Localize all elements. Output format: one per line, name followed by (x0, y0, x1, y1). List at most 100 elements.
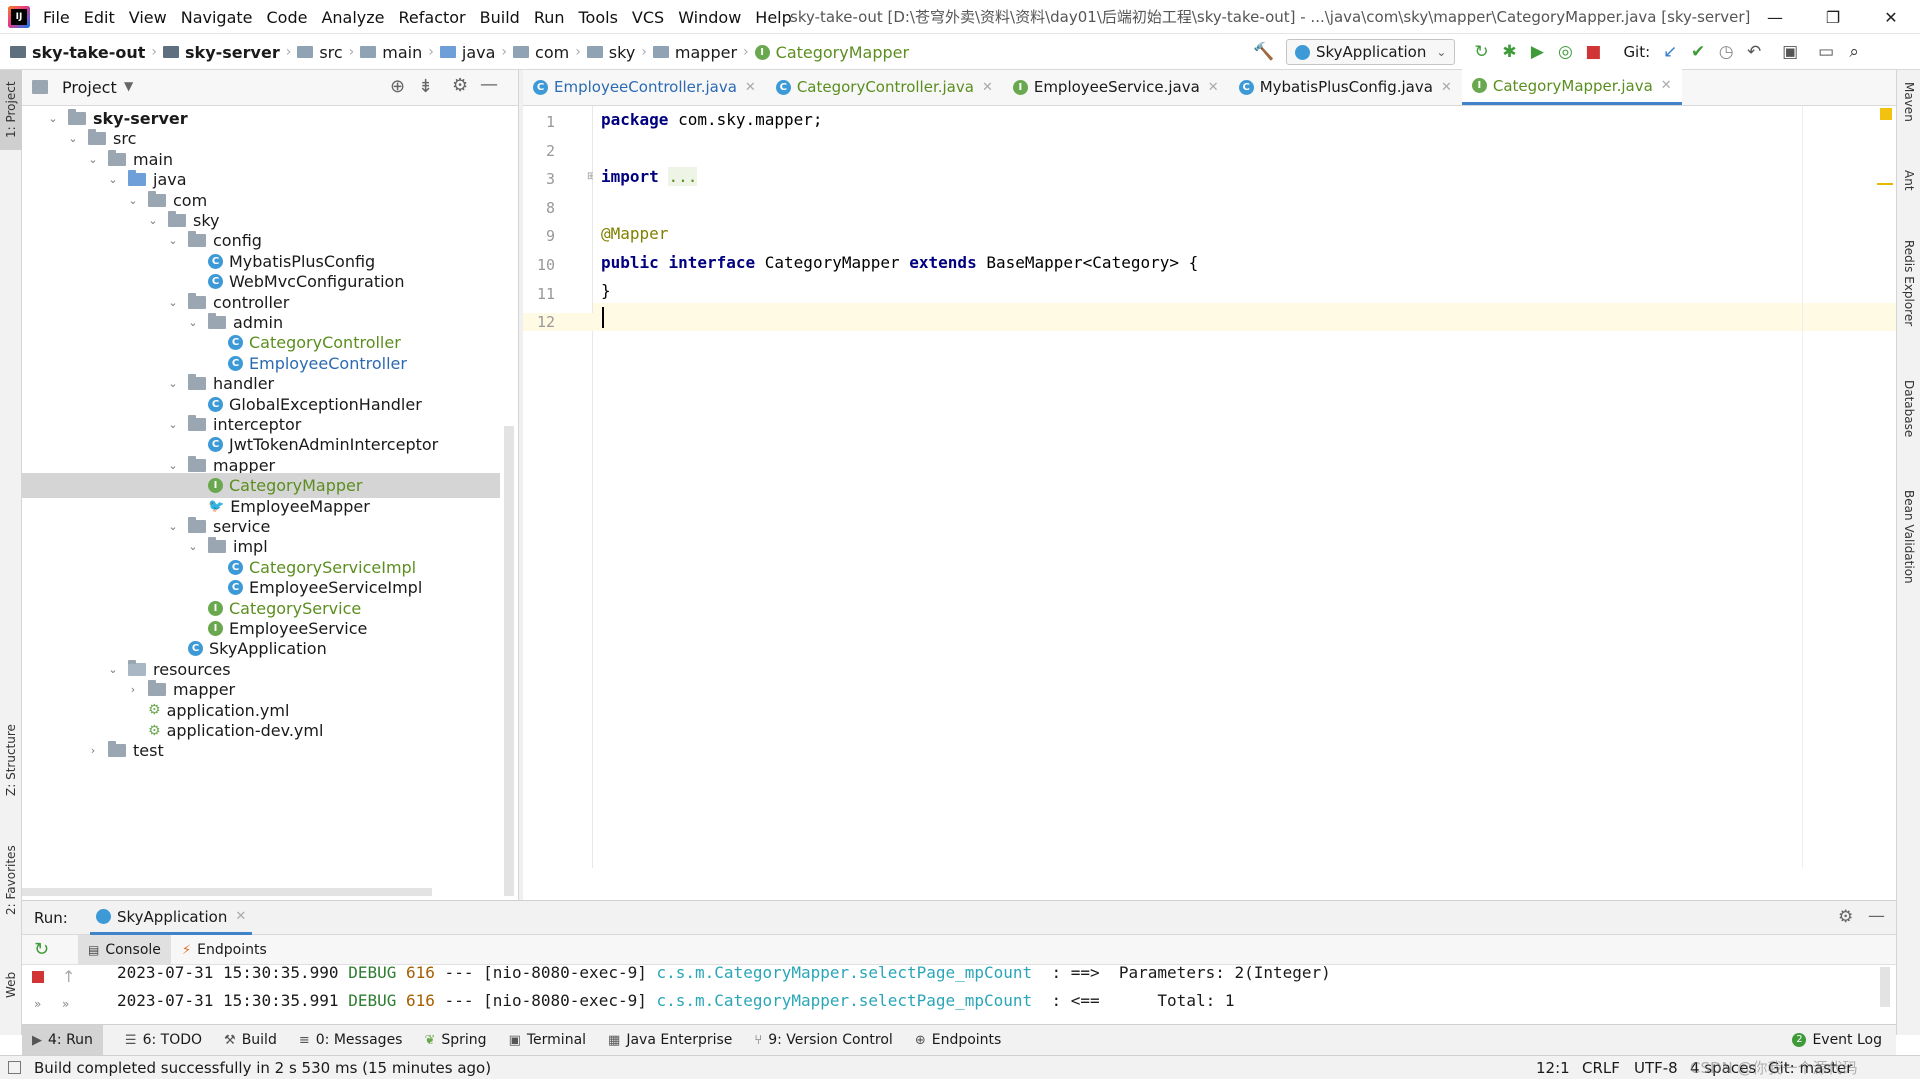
menu-build[interactable]: Build (480, 8, 520, 27)
crumb-sky[interactable]: sky › (586, 43, 647, 62)
build-hammer-icon[interactable]: 🔨 (1250, 38, 1278, 66)
restore-icon[interactable]: ❐ (1804, 0, 1862, 34)
chevron-down-icon[interactable]: ⌄ (106, 663, 120, 676)
console-scrollbar[interactable] (1880, 967, 1890, 1007)
chevron-right-icon[interactable]: › (126, 683, 140, 696)
menu-view[interactable]: View (129, 8, 167, 27)
chevron-down-icon[interactable]: ⌄ (166, 296, 180, 309)
line-separator[interactable]: CRLF (1582, 1056, 1620, 1080)
tool-tab-spring[interactable]: ❦ Spring (424, 1032, 486, 1048)
chevron-down-icon[interactable]: ⌄ (186, 316, 200, 329)
tool-tab-messages[interactable]: ≡ 0: Messages (299, 1032, 403, 1048)
chevron-down-icon[interactable]: ⌄ (166, 459, 180, 472)
event-log-button[interactable]: 2 Event Log (1792, 1032, 1882, 1048)
git-history-icon[interactable]: ◷ (1712, 38, 1740, 66)
close-window-icon[interactable]: ✕ (1862, 0, 1920, 34)
stop-icon[interactable] (32, 971, 44, 983)
tool-tab-maven[interactable]: Maven (1898, 82, 1920, 152)
inspection-status-icon[interactable] (1880, 108, 1892, 120)
status-toggle-icon[interactable] (8, 1061, 21, 1074)
console-output[interactable]: ↑ » » 2023-07-31 15:30:35.990 DEBUG 616 … (22, 963, 1896, 1025)
gear-icon[interactable]: ⚙ (1838, 907, 1853, 927)
chevron-down-icon[interactable]: ⌄ (166, 377, 180, 390)
chevron-down-icon[interactable]: ⌄ (46, 112, 60, 125)
tool-tab-run[interactable]: ▶ 4: Run (22, 1024, 103, 1056)
chevron-down-icon[interactable]: ⌄ (126, 194, 140, 207)
project-structure-icon[interactable]: ▣ (1776, 38, 1804, 66)
hide-panel-icon[interactable]: — (1868, 906, 1885, 926)
chevron-right-icon[interactable]: › (86, 744, 100, 757)
tab-category-mapper[interactable]: I CategoryMapper.java ✕ (1461, 69, 1682, 105)
close-icon[interactable]: ✕ (1661, 78, 1672, 93)
chevron-down-icon[interactable]: ⌄ (166, 418, 180, 431)
git-update-icon[interactable]: ↙ (1656, 38, 1684, 66)
presentation-icon[interactable]: ▭ (1812, 38, 1840, 66)
chevron-down-icon[interactable]: ⌄ (166, 234, 180, 247)
git-commit-icon[interactable]: ✔ (1684, 38, 1712, 66)
tab-employee-controller[interactable]: C EmployeeController.java ✕ (523, 69, 766, 105)
coverage-icon[interactable]: ▶ (1523, 38, 1551, 66)
profile-icon[interactable]: ◎ (1551, 38, 1579, 66)
crumb-java[interactable]: java › (439, 43, 507, 62)
collapse-all-icon[interactable]: ⇟ (418, 76, 433, 97)
tab-mybatis-plus-config[interactable]: C MybatisPlusConfig.java ✕ (1229, 69, 1462, 105)
tool-tab-version-control[interactable]: ⑂ 9: Version Control (754, 1032, 892, 1048)
more-icon[interactable]: » (62, 997, 69, 1011)
tool-tab-todo[interactable]: ☰ 6: TODO (125, 1032, 202, 1048)
crumb-com[interactable]: com › (513, 43, 581, 62)
git-rollback-icon[interactable]: ↶ (1740, 38, 1768, 66)
chevron-down-icon[interactable]: ⌄ (106, 173, 120, 186)
menu-run[interactable]: Run (534, 8, 565, 27)
menu-tools[interactable]: Tools (579, 8, 618, 27)
chevron-down-icon[interactable]: ⌄ (66, 132, 80, 145)
menu-code[interactable]: Code (267, 8, 308, 27)
gear-icon[interactable]: ⚙ (452, 75, 468, 96)
chevron-down-icon[interactable]: ⌄ (86, 153, 100, 166)
code-editor[interactable]: package com.sky.mapper; import ... @Mapp… (593, 106, 1896, 868)
chevron-down-icon[interactable]: ⌄ (166, 520, 180, 533)
file-encoding[interactable]: UTF-8 (1634, 1056, 1678, 1080)
menu-window[interactable]: Window (678, 8, 741, 27)
tool-tab-project[interactable]: 1: Project (0, 70, 22, 150)
debug-icon[interactable]: ✱ (1495, 38, 1523, 66)
close-icon[interactable]: ✕ (745, 80, 756, 95)
menu-edit[interactable]: Edit (84, 8, 115, 27)
tab-employee-service[interactable]: I EmployeeService.java ✕ (1003, 69, 1229, 105)
run-config-select[interactable]: SkyApplication ⌄ (1286, 39, 1456, 65)
hide-panel-icon[interactable]: — (480, 74, 498, 95)
cursor-position[interactable]: 12:1 (1536, 1056, 1570, 1080)
tree-horizontal-scrollbar[interactable] (22, 888, 432, 896)
crumb-module[interactable]: sky-server › (163, 43, 291, 62)
tool-tab-bean-validation[interactable]: Bean Validation (1898, 490, 1920, 640)
tool-tab-terminal[interactable]: ▣ Terminal (509, 1032, 586, 1048)
crumb-project[interactable]: sky-take-out › (10, 43, 157, 62)
menu-help[interactable]: Help (755, 8, 791, 27)
tree-scrollbar[interactable] (504, 426, 514, 896)
project-panel-title[interactable]: Project (62, 78, 117, 97)
crumb-src[interactable]: src › (297, 43, 354, 62)
status-message[interactable]: Build completed successfully in 2 s 530 … (34, 1056, 491, 1080)
tool-tab-structure[interactable]: Z: Structure (0, 710, 22, 810)
tab-category-controller[interactable]: C CategoryController.java ✕ (766, 69, 1003, 105)
tool-tab-web[interactable]: Web (0, 950, 22, 1020)
expand-icon[interactable]: » (34, 997, 41, 1011)
tab-endpoints[interactable]: ⚡ Endpoints (172, 935, 277, 965)
chevron-down-icon[interactable]: ⌄ (186, 540, 200, 553)
chevron-down-icon[interactable]: ▼ (124, 79, 133, 93)
crumb-file[interactable]: I CategoryMapper (754, 43, 909, 62)
tool-tab-favorites[interactable]: 2: Favorites (0, 830, 22, 930)
tool-tab-ant[interactable]: Ant (1898, 170, 1920, 230)
tool-tab-redis-explorer[interactable]: Redis Explorer (1898, 240, 1920, 370)
close-icon[interactable]: ✕ (1208, 80, 1219, 95)
tool-tab-database[interactable]: Database (1898, 380, 1920, 480)
close-icon[interactable]: ✕ (982, 80, 993, 95)
crumb-mapper[interactable]: mapper › (652, 43, 749, 62)
stop-icon[interactable]: ■ (1579, 38, 1607, 66)
chevron-down-icon[interactable]: ⌄ (146, 214, 160, 227)
menu-analyze[interactable]: Analyze (321, 8, 384, 27)
menu-navigate[interactable]: Navigate (181, 8, 253, 27)
menu-refactor[interactable]: Refactor (399, 8, 466, 27)
tool-tab-java-enterprise[interactable]: ▦ Java Enterprise (608, 1032, 732, 1048)
menu-vcs[interactable]: VCS (632, 8, 664, 27)
run-config-tab[interactable]: SkyApplication ✕ (90, 901, 253, 935)
